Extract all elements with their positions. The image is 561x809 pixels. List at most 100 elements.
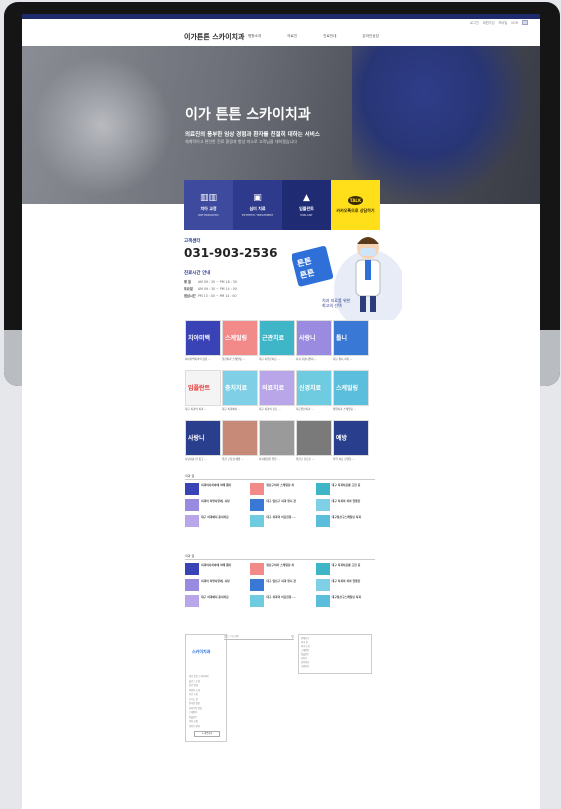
- gallery-thumbnail[interactable]: 사랑니: [185, 420, 221, 456]
- gallery-thumbnail[interactable]: 근관치료: [259, 320, 295, 356]
- post-item[interactable]: 치과의사치아에 의해 뽑아: [185, 563, 244, 575]
- post-item[interactable]: 대구 일산구 치과 형니 관: [250, 499, 309, 511]
- post-item[interactable]: 대구 치과의 의료진을 ...: [250, 515, 309, 527]
- gallery-thumbnail[interactable]: [222, 420, 258, 456]
- post-item[interactable]: 대구 치과의 치아 임플란: [315, 499, 375, 511]
- post-item[interactable]: 일산구치아 스케일링 치: [250, 483, 309, 495]
- post-item[interactable]: 대구 치과에서 충치치료: [185, 595, 244, 607]
- post-thumbnail[interactable]: [185, 483, 199, 495]
- gallery-caption[interactable]: 사랑니를 안 뽑고 ...: [185, 457, 221, 461]
- post-thumbnail[interactable]: [315, 579, 330, 591]
- sidebar-link[interactable]: 이가 튼튼 스카이치과: [189, 675, 209, 680]
- gallery-caption[interactable]: 일산치과 스케일링 ...: [222, 357, 258, 361]
- sidebar-link[interactable]: 사랑니 발치: [189, 725, 209, 730]
- gallery-item[interactable]: 의료치료 대구 치과의 진료 ...: [259, 370, 295, 411]
- post-item[interactable]: 치과의사치아에 의해 뽑아: [185, 483, 244, 495]
- post-item[interactable]: 대구 치과에서 충치치료: [185, 515, 244, 527]
- post-item[interactable]: 대구 치과치료를 고민 중: [315, 483, 375, 495]
- post-thumbnail[interactable]: [315, 595, 330, 607]
- gallery-caption[interactable]: 대구 치과에서 ...: [222, 407, 258, 411]
- category-link[interactable]: 신경치료: [301, 665, 369, 669]
- gallery-item[interactable]: 신경치료 대구일산치과 ...: [296, 370, 332, 411]
- post-item[interactable]: 대구일산구스케일링 치과: [315, 515, 375, 527]
- gallery-caption[interactable]: 의학 치료 진행할 ...: [333, 457, 369, 461]
- post-thumbnail[interactable]: [250, 563, 265, 575]
- gallery-caption[interactable]: 대구 틀니 치과 ...: [333, 357, 369, 361]
- post-item[interactable]: 치과의 치명사항에, 사랑: [185, 499, 244, 511]
- gallery-caption[interactable]: 대구 지루운치료 ...: [259, 357, 295, 361]
- site-logo[interactable]: 이가튼튼 스카이치과: [184, 32, 244, 42]
- gallery-item[interactable]: 틀니 대구 틀니 치과 ...: [333, 320, 369, 361]
- post-item[interactable]: 대구 치과의 의료진을 ...: [250, 595, 309, 607]
- post-item[interactable]: 대구일산구스케일링 치과: [315, 595, 375, 607]
- utility-link[interactable]: KOR: [511, 21, 518, 25]
- gallery-thumbnail[interactable]: 틀니: [333, 320, 369, 356]
- gallery-item[interactable]: 치아미백 치아미백치과의 장점 ...: [185, 320, 221, 361]
- gallery-item[interactable]: 일산구 진료소 ...: [296, 420, 332, 461]
- post-thumbnail[interactable]: [185, 515, 199, 527]
- gallery-thumbnail[interactable]: 스케일링: [333, 370, 369, 406]
- post-thumbnail[interactable]: [315, 563, 330, 575]
- gallery-thumbnail[interactable]: 신경치료: [296, 370, 332, 406]
- gallery-thumbnail[interactable]: 임플란트: [185, 370, 221, 406]
- gallery-thumbnail[interactable]: 치아미백: [185, 320, 221, 356]
- post-item[interactable]: 대구 일산구 치과 형니 관: [250, 579, 309, 591]
- phone-number[interactable]: 031-903-2536: [184, 246, 277, 260]
- nav-item[interactable]: 진료안내: [323, 34, 336, 39]
- post-thumbnail[interactable]: [185, 563, 199, 575]
- gallery-thumbnail[interactable]: 사랑니: [296, 320, 332, 356]
- post-item[interactable]: 대구 치과치료를 고민 중: [315, 563, 375, 575]
- gallery-item[interactable]: 사랑니 치과 사랑니발치 ...: [296, 320, 332, 361]
- gallery-thumbnail[interactable]: 충치치료: [222, 370, 258, 406]
- gallery-item[interactable]: 임플란트 대구 치과의 치과 ...: [185, 370, 221, 411]
- flag-icon[interactable]: [522, 20, 528, 25]
- post-thumbnail[interactable]: [315, 499, 330, 511]
- gallery-thumbnail[interactable]: 의료치료: [259, 370, 295, 406]
- gallery-item[interactable]: 일산 구강검 예방 ...: [222, 420, 258, 461]
- sidebar-logo[interactable]: 스카이치과: [192, 649, 210, 655]
- gallery-item[interactable]: 스케일링 일산치과 스케일링 ...: [222, 320, 258, 361]
- gallery-item[interactable]: 치과병원을 위한 ...: [259, 420, 295, 461]
- nav-item[interactable]: 병원소개: [248, 34, 261, 39]
- gallery-thumbnail[interactable]: 스케일링: [222, 320, 258, 356]
- gallery-caption[interactable]: 치과 사랑니발치 ...: [296, 357, 332, 361]
- gallery-thumbnail[interactable]: [259, 420, 295, 456]
- gallery-caption[interactable]: 일산 구강검 예방 ...: [222, 457, 258, 461]
- post-thumbnail[interactable]: [185, 499, 199, 511]
- blog-search[interactable]: 블로그 내 검색 ⚲: [224, 634, 294, 640]
- add-neighbor-button[interactable]: + 이웃추가: [194, 731, 220, 737]
- post-thumbnail[interactable]: [315, 515, 330, 527]
- quick-button-esthetic[interactable]: ▣ 심미 치료 ESTHETIC TREATMENT: [233, 180, 282, 230]
- post-thumbnail[interactable]: [250, 483, 265, 495]
- utility-link[interactable]: 회원가입: [483, 20, 495, 25]
- post-item[interactable]: 대구 치과의 치아 임플란: [315, 579, 375, 591]
- quick-button-orthodontic[interactable]: ▥▥ 치아 교정 ORTHODONTIC: [184, 180, 233, 230]
- gallery-item[interactable]: 스케일링 월말치과 스케일링 ...: [333, 370, 369, 411]
- gallery-item[interactable]: 사랑니 사랑니를 안 뽑고 ...: [185, 420, 221, 461]
- gallery-caption[interactable]: 일산구 진료소 ...: [296, 457, 332, 461]
- nav-item[interactable]: 온라인상담: [362, 34, 379, 39]
- search-input[interactable]: 블로그 내 검색: [224, 635, 239, 638]
- post-item[interactable]: 치과의 치명사항에, 사랑: [185, 579, 244, 591]
- utility-link[interactable]: 모바일: [499, 20, 508, 25]
- post-thumbnail[interactable]: [185, 595, 199, 607]
- gallery-thumbnail[interactable]: 예방: [333, 420, 369, 456]
- gallery-item[interactable]: 충치치료 대구 치과에서 ...: [222, 370, 258, 411]
- gallery-item[interactable]: 근관치료 대구 지루운치료 ...: [259, 320, 295, 361]
- post-item[interactable]: 일산구치아 스케일링 치: [250, 563, 309, 575]
- search-icon[interactable]: ⚲: [291, 634, 294, 639]
- post-thumbnail[interactable]: [250, 595, 265, 607]
- gallery-caption[interactable]: 치아미백치과의 장점 ...: [185, 357, 221, 361]
- gallery-caption[interactable]: 월말치과 스케일링 ...: [333, 407, 369, 411]
- post-thumbnail[interactable]: [250, 515, 265, 527]
- utility-link[interactable]: 로그인: [470, 20, 479, 25]
- gallery-item[interactable]: 예방 의학 치료 진행할 ...: [333, 420, 369, 461]
- gallery-caption[interactable]: 치과병원을 위한 ...: [259, 457, 295, 461]
- gallery-caption[interactable]: 대구 치과의 치과 ...: [185, 407, 221, 411]
- gallery-thumbnail[interactable]: [296, 420, 332, 456]
- post-thumbnail[interactable]: [185, 579, 199, 591]
- post-thumbnail[interactable]: [250, 579, 265, 591]
- post-thumbnail[interactable]: [315, 483, 330, 495]
- nav-item[interactable]: 의료진: [287, 34, 297, 39]
- post-thumbnail[interactable]: [250, 499, 265, 511]
